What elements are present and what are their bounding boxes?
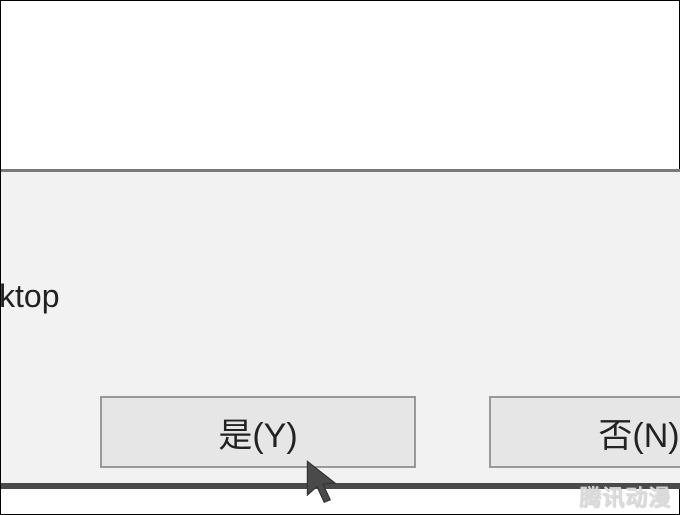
watermark-text: 腾讯动漫	[579, 480, 671, 512]
dialog-message: ktop	[0, 278, 59, 315]
no-button-label: 否(N)	[598, 408, 679, 457]
yes-button[interactable]: 是(Y)	[100, 396, 416, 468]
window-frame: ktop 是(Y) 否(N) 腾讯动漫	[0, 0, 680, 515]
dialog-panel: ktop 是(Y) 否(N)	[1, 169, 680, 489]
no-button[interactable]: 否(N)	[489, 396, 680, 468]
yes-button-label: 是(Y)	[218, 408, 297, 457]
cursor-icon	[303, 459, 343, 507]
